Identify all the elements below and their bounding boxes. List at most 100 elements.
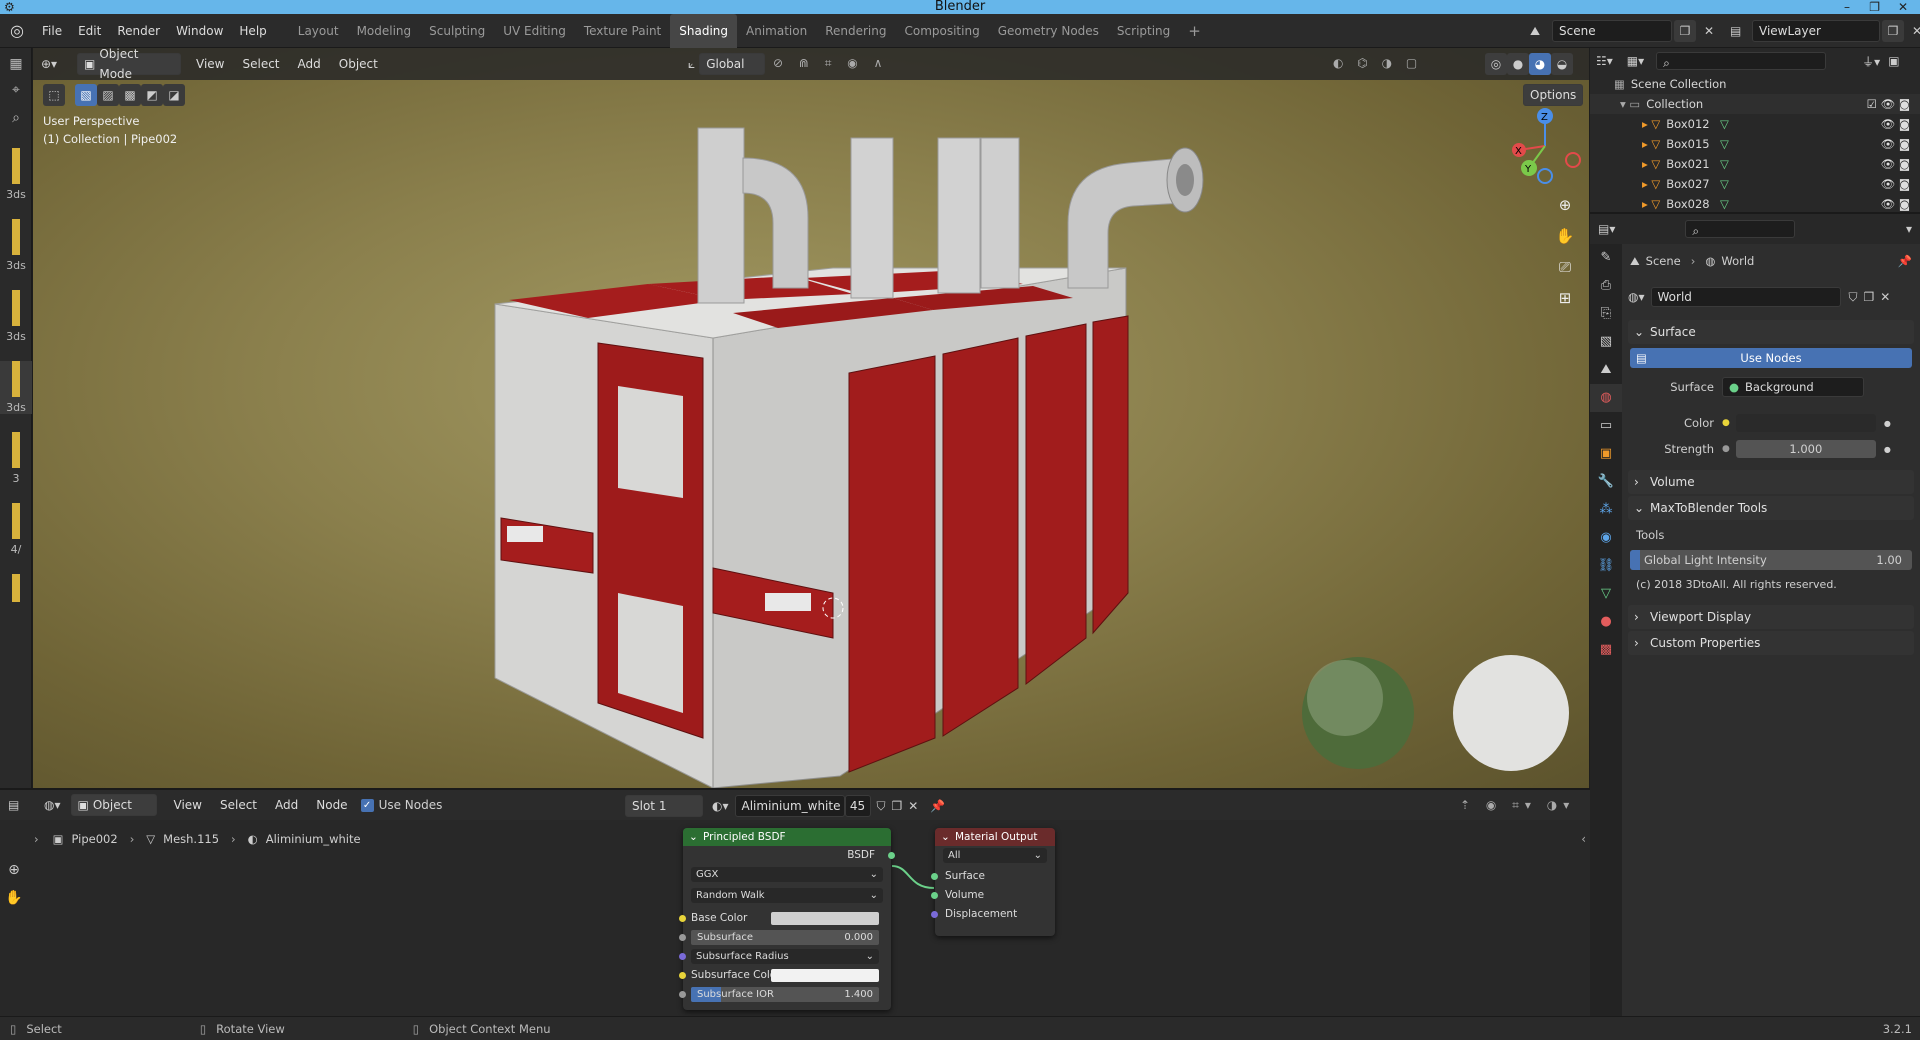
particles-tab-icon[interactable]: ⁂: [1590, 496, 1622, 524]
surface-shader-field[interactable]: ● Background: [1722, 377, 1864, 397]
node-menu-node[interactable]: Node: [307, 798, 356, 812]
fake-user-icon[interactable]: ⛉: [1849, 290, 1858, 305]
asset-item-7[interactable]: [0, 574, 32, 602]
node-menu-view[interactable]: View: [165, 798, 211, 812]
strength-slider[interactable]: 1.000: [1735, 440, 1876, 458]
select-subtract-icon[interactable]: ▩: [119, 84, 141, 106]
view-layer-tab-icon[interactable]: ▧: [1590, 328, 1622, 356]
zoom-icon[interactable]: ⊕: [1552, 190, 1578, 221]
maximize-button[interactable]: ❐: [1869, 0, 1880, 14]
editor-type-icon[interactable]: ▦: [0, 56, 32, 72]
pin-icon[interactable]: 📌: [1898, 254, 1912, 268]
subsurface-radius-dropdown[interactable]: Subsurface Radius ⌄: [691, 949, 879, 964]
visibility-icons[interactable]: 👁 ◙: [1881, 194, 1910, 214]
subsurface-socket[interactable]: [679, 934, 686, 941]
color-swatch[interactable]: [1735, 414, 1876, 432]
menu-render[interactable]: Render: [109, 14, 168, 48]
constraints-tab-icon[interactable]: ⛓: [1590, 552, 1622, 580]
rendered-shading-icon[interactable]: ◒: [1551, 53, 1573, 75]
output-target-dropdown[interactable]: All ⌄: [943, 848, 1047, 863]
properties-options-icon[interactable]: ▾: [1906, 222, 1912, 236]
data-tab-icon[interactable]: ▽: [1590, 580, 1622, 608]
subsurface-radius-socket[interactable]: [679, 953, 686, 960]
viewport-display-section-header[interactable]: › Viewport Display: [1628, 605, 1914, 629]
tab-layout[interactable]: Layout: [289, 14, 348, 48]
overlay-icons[interactable]: ◐ ⌬ ◑ ▢: [1333, 56, 1422, 70]
3d-viewport[interactable]: ⊕▾ ▣ Object Mode View Select Add Object ⟀…: [33, 48, 1589, 788]
tab-animation[interactable]: Animation: [737, 14, 816, 48]
properties-editor-icon[interactable]: ▤▾: [1598, 222, 1615, 236]
shader-object-dropdown[interactable]: ▣ Object: [70, 794, 157, 816]
node-editor-type-icon[interactable]: ▤: [8, 798, 38, 812]
subsurface-ior-slider[interactable]: Subsurface IOR 1.400: [691, 987, 879, 1002]
collection-tab-icon[interactable]: ▭: [1590, 412, 1622, 440]
viewlayer-field[interactable]: ViewLayer: [1752, 20, 1880, 42]
tab-sculpting[interactable]: Sculpting: [420, 14, 494, 48]
shader-type-icon[interactable]: ◍▾: [44, 798, 61, 812]
search-icon[interactable]: ⌕: [0, 110, 32, 126]
principled-bsdf-node[interactable]: ⌄ Principled BSDF BSDF GGX ⌄ Random Walk ⌄ …: [679, 828, 895, 1010]
slot-dropdown[interactable]: Slot 1: [625, 795, 703, 817]
menu-add[interactable]: Add: [289, 57, 330, 71]
editor-type-icon[interactable]: ⊕▾: [41, 57, 71, 71]
output-tab-icon[interactable]: ⎘: [1590, 300, 1622, 328]
volume-input-socket[interactable]: [931, 892, 938, 899]
new-viewlayer-icon[interactable]: ❐: [1882, 20, 1904, 42]
remove-viewlayer-icon[interactable]: ✕: [1906, 20, 1920, 42]
properties-search-input[interactable]: ⌕: [1685, 220, 1796, 238]
navigation-gizmo[interactable]: Z Y X: [1505, 106, 1585, 186]
pan-hand-icon[interactable]: ✋: [1552, 221, 1578, 252]
outliner-item-box027[interactable]: ▸ ▽ Box027 ▽ 👁 ◙: [1590, 174, 1920, 194]
scene-tab-icon[interactable]: ⛰: [1590, 356, 1622, 384]
world-name-field[interactable]: World: [1650, 287, 1841, 307]
pivot-snap-icons[interactable]: ⊘ ⋒ ⌗ ◉ ∧: [773, 56, 888, 71]
asset-item-5[interactable]: 3: [0, 432, 32, 485]
tab-modeling[interactable]: Modeling: [348, 14, 421, 48]
wireframe-shading-icon[interactable]: ◎: [1485, 53, 1507, 75]
object-tab-icon[interactable]: ▣: [1590, 440, 1622, 468]
material-name-field[interactable]: Aliminium_white: [734, 795, 845, 817]
outliner-collection[interactable]: ▾ ▭ Collection ☑ 👁 ◙: [1590, 94, 1920, 114]
duplicate-icon[interactable]: ❐: [1864, 290, 1875, 304]
node-menu-add[interactable]: Add: [266, 798, 307, 812]
material-browse-icon[interactable]: ◐▾: [712, 799, 729, 813]
subsurface-color-socket[interactable]: [679, 972, 686, 979]
texture-tab-icon[interactable]: ▩: [1590, 636, 1622, 664]
material-tab-icon[interactable]: ●: [1590, 608, 1622, 636]
bsdf-node-header[interactable]: ⌄ Principled BSDF: [683, 828, 891, 846]
ortho-grid-icon[interactable]: ⊞: [1552, 283, 1578, 314]
menu-edit[interactable]: Edit: [70, 14, 109, 48]
asset-item-1[interactable]: 3ds: [0, 148, 32, 201]
tab-uv-editing[interactable]: UV Editing: [494, 14, 575, 48]
maxtoblender-section-header[interactable]: ⌄ MaxToBlender Tools: [1628, 496, 1914, 520]
menu-window[interactable]: Window: [168, 14, 231, 48]
tool-tab-icon[interactable]: ✎: [1590, 244, 1622, 272]
unlink-icon[interactable]: ✕: [1880, 290, 1890, 304]
keyframe-dot-icon[interactable]: ●: [1884, 445, 1891, 454]
menu-view[interactable]: View: [187, 57, 233, 71]
zoom-icon[interactable]: ⊕: [0, 856, 28, 884]
use-nodes-button[interactable]: ▤ Use Nodes: [1630, 348, 1912, 368]
object-mode-dropdown[interactable]: ▣ Object Mode: [77, 48, 181, 81]
use-nodes-checkbox[interactable]: ✓ Use Nodes: [360, 798, 442, 812]
unlink-icon[interactable]: ✕: [908, 799, 918, 813]
menu-help[interactable]: Help: [231, 14, 274, 48]
base-color-socket[interactable]: [679, 915, 686, 922]
output-node-header[interactable]: ⌄ Material Output: [935, 828, 1055, 846]
select-tool-icon[interactable]: ⌖: [0, 82, 32, 98]
new-scene-icon[interactable]: ❐: [1674, 20, 1696, 42]
surface-input-socket[interactable]: [931, 873, 938, 880]
asset-item-3[interactable]: 3ds: [0, 290, 32, 343]
solid-shading-icon[interactable]: ●: [1507, 53, 1529, 75]
world-browse-icon[interactable]: ◍▾: [1628, 290, 1645, 304]
select-intersect-icon[interactable]: ◪: [163, 84, 185, 106]
tab-rendering[interactable]: Rendering: [816, 14, 895, 48]
surface-section-header[interactable]: ⌄ Surface: [1628, 320, 1914, 344]
blender-menu-icon[interactable]: ◎: [0, 21, 34, 40]
shader-node-editor[interactable]: › ▣ Pipe002 › ▽ Mesh.115 › ◐ Aliminium_whit…: [0, 820, 1590, 1016]
subsurface-method-dropdown[interactable]: Random Walk ⌄: [691, 888, 883, 903]
displacement-input-socket[interactable]: [931, 911, 938, 918]
pin-icon[interactable]: 📌: [930, 799, 945, 813]
select-new-icon[interactable]: ▧: [75, 84, 97, 106]
asset-item-2[interactable]: 3ds: [0, 219, 32, 272]
